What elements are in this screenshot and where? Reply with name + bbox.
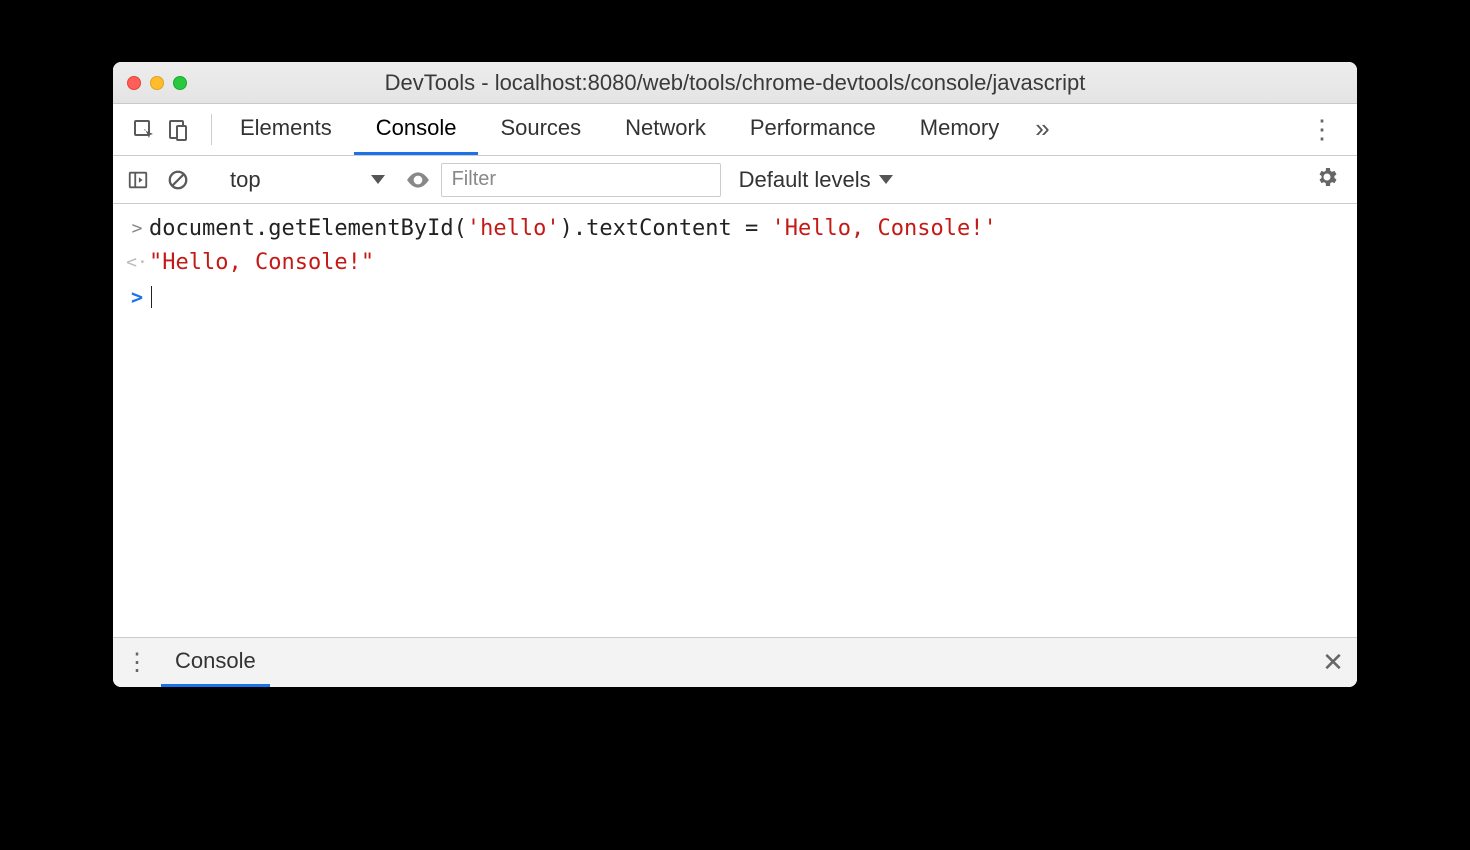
- panel-tabs: Elements Console Sources Network Perform…: [218, 104, 1064, 155]
- chevron-down-icon: [371, 175, 385, 184]
- console-settings-icon[interactable]: [1305, 165, 1349, 194]
- tab-console[interactable]: Console: [354, 104, 479, 155]
- console-input-line: >document.getElementById('hello').textCo…: [113, 212, 1357, 246]
- chevron-right-icon: >: [125, 214, 149, 244]
- filter-input[interactable]: [441, 163, 721, 197]
- close-window-button[interactable]: [127, 76, 141, 90]
- main-tabbar: Elements Console Sources Network Perform…: [113, 104, 1357, 156]
- tab-network[interactable]: Network: [603, 104, 728, 155]
- code-text: document.getElementById('hello').textCon…: [149, 214, 1345, 244]
- code-text: "Hello, Console!": [149, 248, 1345, 278]
- chevron-right-icon: >: [125, 282, 149, 312]
- drawer-tab-console[interactable]: Console: [161, 638, 270, 687]
- inspect-element-icon[interactable]: [127, 113, 161, 147]
- console-output[interactable]: >document.getElementById('hello').textCo…: [113, 204, 1357, 637]
- tabs-overflow-button[interactable]: »: [1021, 104, 1063, 155]
- tab-elements[interactable]: Elements: [218, 104, 354, 155]
- prompt-input[interactable]: [149, 282, 1345, 312]
- minimize-window-button[interactable]: [150, 76, 164, 90]
- console-prompt[interactable]: >: [113, 280, 1357, 314]
- zoom-window-button[interactable]: [173, 76, 187, 90]
- main-menu-button[interactable]: ⋮: [1297, 114, 1347, 145]
- devtools-window: DevTools - localhost:8080/web/tools/chro…: [113, 62, 1357, 687]
- traffic-lights: [127, 76, 187, 90]
- console-output-line: <·"Hello, Console!": [113, 246, 1357, 280]
- tab-performance[interactable]: Performance: [728, 104, 898, 155]
- divider: [211, 114, 212, 145]
- close-drawer-icon[interactable]: ✕: [1309, 638, 1357, 687]
- device-toolbar-icon[interactable]: [161, 113, 195, 147]
- context-label: top: [230, 167, 261, 193]
- clear-console-icon[interactable]: [161, 163, 195, 197]
- chevron-down-icon: [879, 175, 893, 184]
- log-levels-selector[interactable]: Default levels: [727, 167, 905, 193]
- context-selector[interactable]: top: [220, 167, 395, 193]
- tabbar-right: ⋮: [1284, 104, 1357, 155]
- console-toolbar: top Default levels: [113, 156, 1357, 204]
- levels-label: Default levels: [739, 167, 871, 193]
- live-expression-icon[interactable]: [401, 163, 435, 197]
- window-title: DevTools - localhost:8080/web/tools/chro…: [113, 70, 1357, 96]
- titlebar: DevTools - localhost:8080/web/tools/chro…: [113, 62, 1357, 104]
- toggle-sidebar-icon[interactable]: [121, 163, 155, 197]
- drawer-menu-button[interactable]: ⋮: [113, 638, 161, 687]
- tab-memory[interactable]: Memory: [898, 104, 1021, 155]
- tabbar-left-icons: [113, 104, 205, 155]
- drawer: ⋮ Console ✕: [113, 637, 1357, 687]
- return-arrow-icon: <·: [125, 248, 149, 278]
- tab-sources[interactable]: Sources: [478, 104, 603, 155]
